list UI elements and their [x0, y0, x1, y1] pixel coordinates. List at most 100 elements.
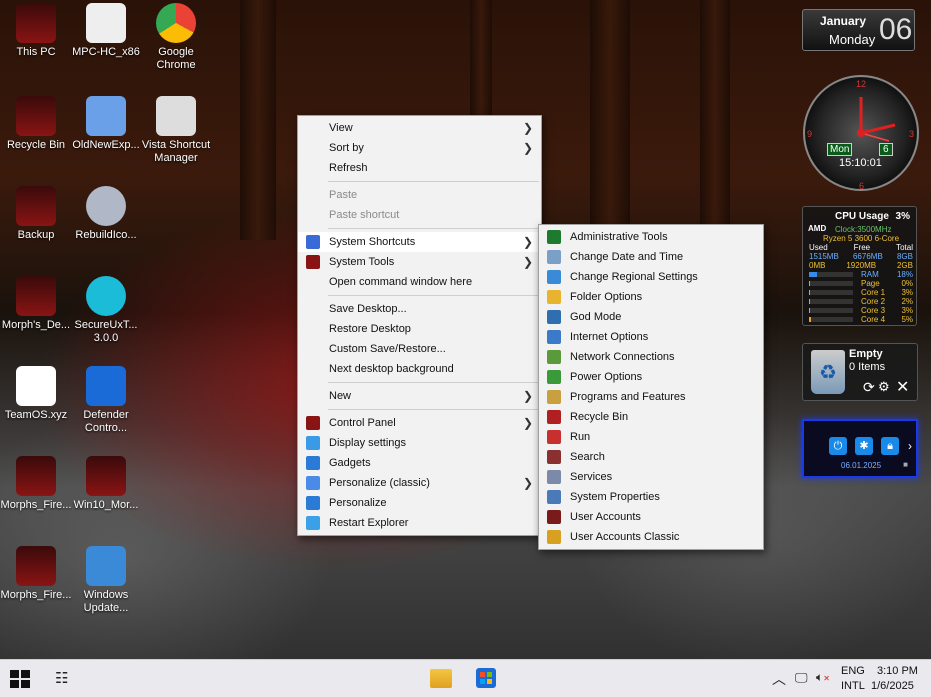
menu-separator	[328, 382, 539, 383]
submenu-item[interactable]: User Accounts	[539, 507, 763, 527]
context-menu-item[interactable]: Open command window here	[298, 272, 541, 292]
desktop-icon-label: Morphs_Fire...	[0, 589, 72, 601]
context-menu-item[interactable]: System Shortcuts ❯	[298, 232, 541, 252]
taskbar-time[interactable]: 3:10 PM	[877, 665, 918, 677]
file-explorer-icon[interactable]	[430, 669, 452, 688]
desktop-icon[interactable]: Win10_Mor...	[70, 456, 142, 512]
language-indicator-bottom[interactable]: INTL	[841, 680, 865, 692]
context-menu-item[interactable]: Control Panel ❯	[298, 413, 541, 433]
submenu-item[interactable]: System Properties	[539, 487, 763, 507]
recycle-bin-widget[interactable]: ♻ Empty 0 Items ⟳ ⚙ ✕	[802, 343, 918, 401]
submenu-item-label: Programs and Features	[570, 391, 686, 403]
system-shortcuts-submenu: Administrative Tools Change Date and Time…	[538, 224, 764, 550]
recycle-bin-icon	[547, 410, 561, 424]
context-menu-item-label: Display settings	[329, 437, 407, 449]
desktop-icon[interactable]: This PC	[0, 3, 72, 59]
context-menu-item[interactable]: View ❯	[298, 118, 541, 138]
submenu-item[interactable]: Folder Options	[539, 287, 763, 307]
submenu-item-label: Network Connections	[570, 351, 675, 363]
context-menu-item[interactable]: Gadgets	[298, 453, 541, 473]
rebuild-icon-cache-icon	[86, 186, 126, 226]
cpu-usage-widget[interactable]: AMD CPU Usage 3% Clock:3500MHz Ryzen 5 3…	[802, 206, 917, 326]
cpu-bar-value: 5%	[901, 315, 913, 324]
cpu-bar-value: 0%	[901, 279, 913, 288]
submenu-item[interactable]: Run	[539, 427, 763, 447]
context-menu-item[interactable]: New ❯	[298, 386, 541, 406]
clock-widget[interactable]: 12 3 6 9 Mon 6 15:10:01	[803, 75, 919, 191]
submenu-item[interactable]: Change Regional Settings	[539, 267, 763, 287]
task-view-icon[interactable]: ☷	[55, 669, 68, 687]
cpu-bar-value: 3%	[901, 306, 913, 315]
context-menu-item[interactable]: Restore Desktop	[298, 319, 541, 339]
desktop-icon[interactable]: Morphs_Fire...	[0, 546, 72, 602]
desktop-icon[interactable]: OldNewExp...	[70, 96, 142, 152]
submenu-item[interactable]: Programs and Features	[539, 387, 763, 407]
submenu-item[interactable]: Services	[539, 467, 763, 487]
secureuxtheme-icon	[86, 276, 126, 316]
desktop-icon[interactable]: TeamOS.xyz	[0, 366, 72, 422]
desktop-icon[interactable]: MPC-HC_x86	[70, 3, 142, 59]
desktop-icon[interactable]: Google Chrome	[140, 3, 212, 72]
context-menu-item[interactable]: Display settings	[298, 433, 541, 453]
cpu-percent: 3%	[895, 211, 910, 222]
mpc-hc-icon	[86, 3, 126, 43]
submenu-item[interactable]: God Mode	[539, 307, 763, 327]
calendar-widget[interactable]: January Monday 06	[802, 9, 915, 51]
network-icon[interactable]: 🖵︎	[795, 670, 808, 686]
taskbar-date[interactable]: 1/6/2025	[871, 680, 914, 692]
desktop-icon[interactable]: Recycle Bin	[0, 96, 72, 152]
settings-button-icon[interactable]: ✱	[855, 437, 873, 455]
desktop-icon-label: Vista Shortcut Manager	[141, 139, 211, 164]
cpu-model: Ryzen 5 3600 6-Core	[823, 234, 900, 243]
mem-header-row: Used Free Total	[809, 243, 913, 252]
backup-icon	[16, 186, 56, 226]
folder-options-icon	[547, 290, 561, 304]
close-icon[interactable]: ✕	[896, 377, 909, 397]
context-menu-item[interactable]: Next desktop background	[298, 359, 541, 379]
regional-settings-icon	[547, 270, 561, 284]
desktop-icon[interactable]: Morphs_Fire...	[0, 456, 72, 512]
desktop-icon[interactable]: RebuildIco...	[70, 186, 142, 242]
desktop-icon[interactable]: SecureUxT... 3.0.0	[70, 276, 142, 345]
chevron-right-icon: ❯	[522, 476, 533, 490]
desktop-icon[interactable]: Morph's_De...	[0, 276, 72, 332]
submenu-item-label: Search	[570, 451, 605, 463]
context-menu-item[interactable]: Personalize	[298, 493, 541, 513]
tree-trunk	[240, 0, 276, 240]
submenu-item[interactable]: Internet Options	[539, 327, 763, 347]
submenu-item[interactable]: Administrative Tools	[539, 227, 763, 247]
submenu-item[interactable]: Search	[539, 447, 763, 467]
desktop-icon[interactable]: Vista Shortcut Manager	[140, 96, 212, 165]
start-button[interactable]	[10, 670, 30, 688]
context-menu-item[interactable]: Sort by ❯	[298, 138, 541, 158]
context-menu-item[interactable]: Restart Explorer	[298, 513, 541, 533]
language-indicator-top[interactable]: ENG	[841, 665, 865, 677]
submenu-item[interactable]: Change Date and Time	[539, 247, 763, 267]
microsoft-store-icon[interactable]	[476, 668, 496, 688]
desktop-icon-label: Morphs_Fire...	[0, 499, 72, 511]
mem-cell: 2GB	[896, 261, 913, 270]
context-menu-item[interactable]: Custom Save/Restore...	[298, 339, 541, 359]
mem-header: Total	[896, 243, 913, 252]
desktop-icon[interactable]: Windows Update...	[70, 546, 142, 615]
submenu-item[interactable]: Power Options	[539, 367, 763, 387]
lock-button-icon[interactable]: 🔒︎	[881, 437, 899, 455]
power-lock-widget[interactable]: ⏻ ✱ 🔒︎ › 06.01.2025 ■	[802, 419, 918, 478]
context-menu-item[interactable]: Personalize (classic) ❯	[298, 473, 541, 493]
submenu-item[interactable]: Network Connections	[539, 347, 763, 367]
cpu-title: CPU Usage	[835, 211, 889, 222]
gear-icon[interactable]: ⚙	[878, 379, 890, 395]
volume-muted-icon[interactable]: 🔈︎✕	[816, 670, 830, 685]
refresh-icon[interactable]: ⟳	[863, 379, 875, 396]
context-menu-item[interactable]: System Tools ❯	[298, 252, 541, 272]
power-button-icon[interactable]: ⏻	[829, 437, 847, 455]
desktop-icon[interactable]: Defender Contro...	[70, 366, 142, 435]
desktop-icon[interactable]: Backup	[0, 186, 72, 242]
tray-chevron-up-icon[interactable]: ︿	[772, 669, 786, 689]
context-menu-item[interactable]: Save Desktop...	[298, 299, 541, 319]
context-menu-item[interactable]: Refresh	[298, 158, 541, 178]
submenu-item[interactable]: Recycle Bin	[539, 407, 763, 427]
submenu-item[interactable]: User Accounts Classic	[539, 527, 763, 547]
gadgets-icon	[306, 456, 320, 470]
chevron-right-icon[interactable]: ›	[908, 439, 912, 453]
